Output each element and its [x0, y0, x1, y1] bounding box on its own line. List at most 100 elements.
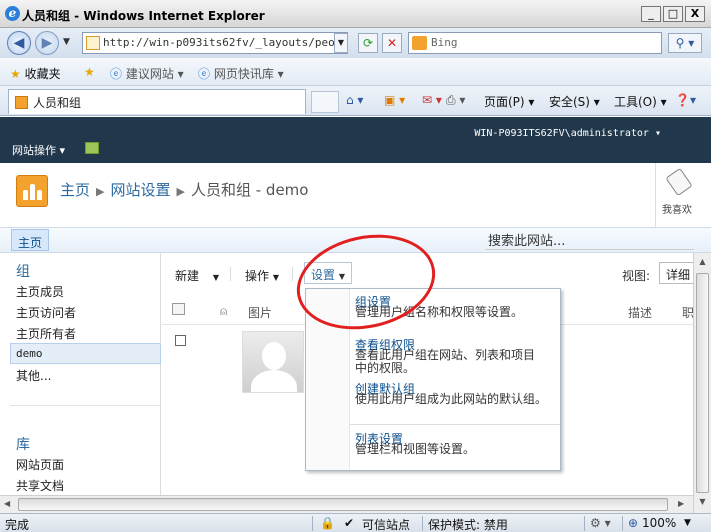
edit-page-icon[interactable] [85, 142, 99, 154]
site-logo-icon[interactable] [16, 175, 48, 207]
leftnav-divider [10, 405, 160, 406]
vertical-scrollbar[interactable]: ▲ ▼ [693, 253, 711, 513]
suggested-sites-label: 建议网站 ▾ [125, 67, 184, 81]
i-like-it-button[interactable]: 我喜欢 [655, 163, 711, 227]
page-menu[interactable]: 页面(P) ▾ [484, 93, 534, 110]
breadcrumb-site-settings[interactable]: 网站设置 [110, 181, 170, 199]
ie-page-icon: ⓔ [198, 67, 211, 81]
address-url: http://win-p093its62fv/_layouts/people [103, 36, 348, 49]
leftnav-group-demo[interactable]: demo [16, 347, 43, 360]
column-description[interactable]: 描述 [628, 304, 652, 321]
internet-explorer-icon: e [5, 6, 20, 21]
home-icon[interactable]: ⌂ ▾ [346, 93, 363, 107]
scroll-down-icon[interactable]: ▼ [697, 497, 708, 508]
menu-list-settings-desc: 管理栏和视图等设置。 [355, 442, 476, 456]
protected-mode[interactable]: 保护模式: 禁用 [428, 516, 508, 532]
menu-group-settings-desc: 管理用户组名称和权限等设置。 [355, 305, 524, 319]
forward-button[interactable]: ▶ [35, 31, 59, 55]
status-bar: 完成 🔒 ✔ 可信站点 保护模式: 禁用 ⚙ ▾ ⊕ 100% ▼ [0, 513, 711, 532]
page-title: 人员和组 - demo [190, 181, 309, 199]
tab-site-icon [15, 96, 28, 109]
leftnav-group-members[interactable]: 主页成员 [16, 283, 64, 300]
breadcrumb-arrow-icon: ▶ [176, 185, 185, 198]
row-checkbox[interactable] [175, 335, 186, 346]
chevron-down-icon[interactable]: ▼ [684, 518, 691, 528]
select-all-icon[interactable] [172, 303, 185, 315]
mail-icon[interactable]: ✉ ▾ [422, 93, 442, 107]
chevron-down-icon: ▼ [272, 273, 279, 282]
horizontal-scroll-thumb[interactable] [18, 498, 668, 511]
help-icon[interactable]: ❓▾ [675, 93, 696, 107]
stop-button[interactable]: ✕ [382, 33, 402, 53]
leftnav-group-more[interactable]: 其他... [16, 367, 51, 384]
horizontal-scrollbar[interactable]: ◀ ▶ [0, 495, 693, 513]
leftnav-group-owners[interactable]: 主页所有者 [16, 325, 76, 342]
new-menu[interactable]: 新建 ▼ [175, 267, 219, 284]
top-navigation: 主页 搜索此网站... [0, 227, 711, 253]
tools-menu[interactable]: 工具(O) ▾ [614, 93, 667, 110]
libraries-header[interactable]: 库 [16, 434, 30, 454]
print-icon[interactable]: ⎙ ▾ [446, 93, 465, 108]
leftnav-shared-documents[interactable]: 共享文档 [16, 477, 64, 494]
favorites-bar: ★ 收藏夹 ★ ⓔ 建议网站 ▾ ⓔ 网页快讯库 ▾ [0, 58, 711, 86]
sharepoint-ribbon: WIN-P093ITS62FV\administrator ▾ 网站操作 ▾ [0, 117, 711, 163]
favorites-button[interactable]: ★ 收藏夹 [10, 65, 61, 82]
window-title-bar: e 人员和组 - Windows Internet Explorer _ □ X [0, 0, 711, 28]
scroll-left-icon[interactable]: ◀ [4, 499, 10, 508]
toolbar-divider [292, 267, 293, 281]
star-icon: ★ [10, 67, 21, 81]
bing-icon [412, 36, 427, 50]
back-button[interactable]: ◀ [7, 31, 31, 55]
maximize-button[interactable]: □ [663, 6, 683, 22]
scroll-right-icon[interactable]: ▶ [678, 499, 684, 508]
refresh-button[interactable]: ⟳ [358, 33, 378, 53]
status-divider [422, 516, 423, 531]
new-tab-button[interactable] [311, 91, 339, 113]
scroll-up-icon[interactable]: ▲ [697, 257, 708, 268]
search-button[interactable]: ⚲ ▾ [668, 33, 702, 53]
breadcrumb-home[interactable]: 主页 [60, 181, 90, 199]
topnav-home-tab[interactable]: 主页 [11, 229, 50, 251]
safety-menu[interactable]: 安全(S) ▾ [549, 93, 600, 110]
security-zone[interactable]: 可信站点 [362, 516, 410, 532]
site-search-input[interactable]: 搜索此网站... [486, 230, 694, 250]
column-picture[interactable]: 图片 [248, 304, 272, 321]
address-toolbar: ◀ ▶ ▼ http://win-p093its62fv/_layouts/pe… [0, 28, 711, 58]
web-slice-gallery-link[interactable]: ⓔ 网页快讯库 ▾ [198, 65, 284, 82]
forward-arrow-icon: ▶ [41, 35, 53, 51]
close-window-button[interactable]: X [685, 6, 705, 22]
status-divider [312, 516, 313, 531]
user-menu[interactable]: WIN-P093ITS62FV\administrator ▾ [474, 128, 661, 139]
attachment-icon: ⍝ [220, 304, 228, 318]
actions-menu[interactable]: 操作 ▼ [245, 267, 279, 284]
check-icon: ✔ [344, 516, 355, 530]
vertical-scroll-thumb[interactable] [696, 273, 709, 493]
quick-launch: 组 主页成员 主页访问者 主页所有者 demo 其他... 库 网站页面 共享文… [0, 253, 161, 513]
leftnav-site-pages[interactable]: 网站页面 [16, 456, 64, 473]
address-input[interactable]: http://win-p093its62fv/_layouts/people [82, 32, 348, 54]
site-actions-menu[interactable]: 网站操作 ▾ [12, 142, 65, 158]
toolbar-divider [230, 267, 231, 281]
menu-icon-gutter [306, 289, 350, 470]
feeds-icon[interactable]: ▣ ▾ [384, 93, 405, 107]
status-divider [622, 516, 623, 531]
tab-title: 人员和组 [33, 96, 82, 110]
avatar-head [262, 342, 286, 370]
tag-icon [665, 167, 693, 197]
browser-tab[interactable]: 人员和组 [8, 89, 306, 114]
search-input[interactable]: Bing [408, 32, 662, 54]
zoom-level[interactable]: 100% [642, 516, 676, 530]
breadcrumb-arrow-icon: ▶ [96, 185, 105, 198]
history-dropdown-icon[interactable]: ▼ [63, 37, 70, 47]
minimize-button[interactable]: _ [641, 6, 661, 22]
chevron-down-icon: ▼ [212, 273, 219, 282]
zone-settings-icon[interactable]: ⚙ ▾ [590, 516, 611, 530]
groups-header[interactable]: 组 [16, 261, 30, 281]
suggested-sites-link[interactable]: ⓔ 建议网站 ▾ [110, 65, 184, 82]
add-favorite-icon[interactable]: ★ [84, 65, 95, 79]
leftnav-group-visitors[interactable]: 主页访问者 [16, 304, 76, 321]
settings-menu-button[interactable]: 设置 ▼ [304, 262, 352, 284]
address-dropdown-icon[interactable]: ▼ [334, 33, 348, 53]
i-like-it-label: 我喜欢 [662, 205, 692, 216]
settings-dropdown-menu: 组设置 管理用户组名称和权限等设置。 查看组权限 查看此用户组在网站、列表和项目… [305, 288, 561, 471]
